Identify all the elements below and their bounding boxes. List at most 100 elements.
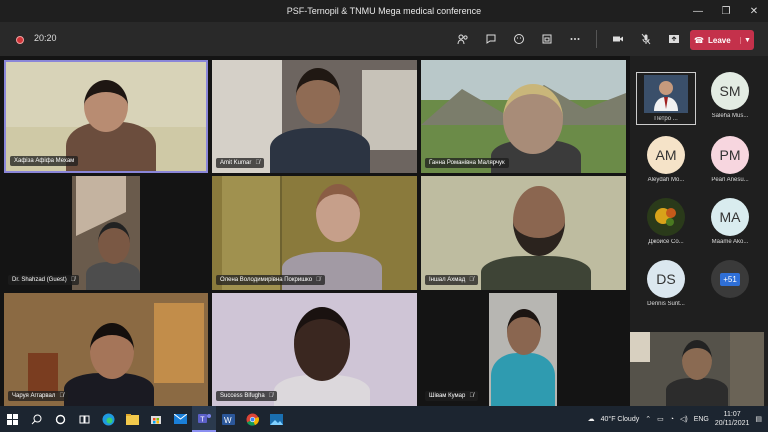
avatar: DS [647, 260, 685, 298]
roster-item[interactable]: PM Pearl Anesu... [700, 136, 760, 183]
roster-more-button[interactable]: +51 [700, 260, 760, 298]
roster-name: Aleydah Mo... [647, 177, 685, 183]
cortana-icon[interactable] [48, 406, 72, 432]
participant-name-tag: Dr. Shahzad (Guest) 🎙̸ [8, 275, 80, 285]
maximize-button[interactable]: ❐ [712, 0, 740, 22]
chevron-down-icon[interactable]: ▼ [740, 36, 754, 44]
mail-icon[interactable] [168, 406, 192, 432]
roster-name: Джойсе Со... [648, 239, 684, 245]
reactions-icon[interactable] [508, 28, 530, 50]
edge-icon[interactable] [96, 406, 120, 432]
video-tile[interactable]: Хафіза Афіфа Мехам [4, 60, 208, 173]
window-controls: — ❐ ✕ [684, 0, 768, 22]
notifications-icon[interactable]: ▤ [755, 415, 762, 423]
svg-text:T: T [200, 416, 205, 423]
video-tile[interactable]: Ганна Романівна Малярчук [421, 60, 626, 173]
roster-item[interactable]: AM Aleydah Mo... [636, 136, 696, 183]
participant-head [513, 186, 565, 256]
video-tile[interactable]: Чаруя Аггарвал 🎙̸ [4, 293, 208, 406]
svg-text:W: W [224, 416, 232, 425]
windows-start-icon[interactable] [0, 406, 24, 432]
participant-head [84, 80, 128, 132]
participant-roster: Петро ... SM Saleha Mus... AM Aleydah Mo… [630, 56, 768, 326]
file-explorer-icon[interactable] [120, 406, 144, 432]
avatar: +51 [711, 260, 749, 298]
avatar: MA [711, 198, 749, 236]
participant-head [90, 323, 134, 379]
store-icon[interactable] [144, 406, 168, 432]
mic-off-icon: 🎙̸ [469, 393, 474, 399]
search-icon[interactable] [24, 406, 48, 432]
task-view-icon[interactable] [72, 406, 96, 432]
roster-item[interactable]: DS Dennis Sunt... [636, 260, 696, 307]
roster-item[interactable]: SM Saleha Mus... [700, 72, 760, 119]
camera-icon[interactable] [607, 28, 629, 50]
participant-body [491, 353, 555, 406]
participant-head [98, 222, 130, 264]
participant-name-tag: Шівам Кумар 🎙̸ [425, 391, 478, 401]
title-bar: PSF-Ternopil & TNMU Mega medical confere… [0, 0, 768, 22]
chat-icon[interactable] [480, 28, 502, 50]
video-tile[interactable]: Dr. Shahzad (Guest) 🎙̸ [4, 176, 208, 290]
battery-icon[interactable]: ▭ [657, 415, 664, 423]
video-grid: Хафіза Афіфа Мехам Amit Kumar 🎙̸ Ганна Ро… [0, 56, 630, 406]
roster-name: Pearl Anesu... [711, 177, 749, 183]
mic-off-icon: 🎙̸ [70, 277, 76, 283]
video-tile[interactable]: Success Bifugha 🎙̸ [212, 293, 417, 406]
roster-item[interactable]: Джойсе Со... [636, 198, 696, 245]
mic-off-icon: 🎙̸ [59, 393, 64, 399]
self-view[interactable] [630, 332, 764, 406]
teams-icon[interactable]: T [192, 406, 216, 432]
volume-icon[interactable]: ◁) [680, 415, 688, 423]
mic-off-icon: 🎙̸ [255, 160, 260, 166]
participant-name-tag: Success Bifugha 🎙̸ [216, 391, 278, 401]
language-indicator[interactable]: ENG [694, 416, 709, 423]
clock[interactable]: 11:07 20/11/2021 [715, 410, 750, 428]
chevron-up-icon[interactable]: ⌃ [645, 415, 651, 423]
leave-button[interactable]: ☎ Leave ▼ [690, 30, 754, 50]
mic-off-icon[interactable] [635, 28, 657, 50]
windows-taskbar: T W ☁ 40°F Cloudy ⌃ ▭ ◔ ◁) ENG 11:07 20/… [0, 406, 768, 432]
mic-off-icon: 🎙̸ [469, 277, 474, 283]
roster-name: Saleha Mus... [711, 113, 749, 119]
photos-icon[interactable] [264, 406, 288, 432]
minimize-button[interactable]: — [684, 0, 712, 22]
participant-name-tag: Олена Володимирівна Покришко 🎙̸ [216, 275, 325, 285]
avatar: SM [711, 72, 749, 110]
word-icon[interactable]: W [216, 406, 240, 432]
close-button[interactable]: ✕ [740, 0, 768, 22]
roster-name: Maame Ako... [711, 239, 749, 245]
participant-head [294, 307, 350, 381]
participant-body [270, 128, 370, 173]
clock-date: 20/11/2021 [714, 420, 750, 427]
phone-hangup-icon: ☎ [694, 35, 704, 45]
chrome-icon[interactable] [240, 406, 264, 432]
more-participants-count: +51 [720, 272, 740, 286]
self-body [666, 378, 728, 406]
more-icon[interactable] [564, 28, 586, 50]
participant-head [507, 309, 541, 355]
roster-item[interactable]: MA Maame Ako... [700, 198, 760, 245]
participant-body [86, 262, 140, 290]
video-tile[interactable]: Іншал Ахмад 🎙̸ [421, 176, 626, 290]
rooms-icon[interactable] [536, 28, 558, 50]
network-icon[interactable]: ◔ [670, 416, 674, 423]
mic-off-icon: 🎙̸ [316, 277, 321, 283]
system-tray: ☁ 40°F Cloudy ⌃ ▭ ◔ ◁) ENG 11:07 20/11/2… [588, 406, 762, 432]
roster-name: Dennis Sunt... [647, 301, 685, 307]
participant-head [503, 84, 563, 154]
clock-time: 11:07 [723, 411, 741, 418]
participant-name-tag: Amit Kumar 🎙̸ [216, 158, 264, 168]
video-tile[interactable]: Amit Kumar 🎙̸ [212, 60, 417, 173]
roster-name: Петро ... [654, 116, 678, 122]
weather-icon: ☁ [587, 416, 595, 423]
participant-name-tag: Ганна Романівна Малярчук [425, 158, 509, 168]
participant-name-tag: Іншал Ахмад 🎙̸ [425, 275, 478, 285]
video-tile[interactable]: Шівам Кумар 🎙̸ [421, 293, 626, 406]
people-icon[interactable] [452, 28, 474, 50]
video-tile[interactable]: Олена Володимирівна Покришко 🎙̸ [212, 176, 417, 290]
weather-text[interactable]: 40°F Cloudy [601, 416, 640, 423]
meeting-timer: 20:20 [34, 33, 57, 43]
roster-item[interactable]: Петро ... [636, 72, 696, 125]
share-icon[interactable] [663, 28, 685, 50]
